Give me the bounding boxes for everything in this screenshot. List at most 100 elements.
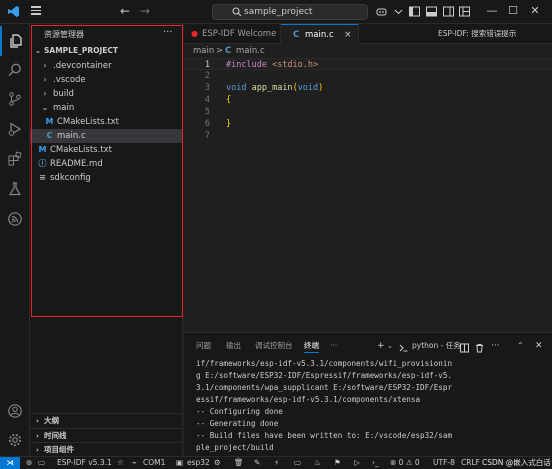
tree-item-main-cmakelists[interactable]: M CMakeLists.txt (30, 115, 183, 129)
settings-file-icon: ≡ (39, 173, 46, 182)
minimize-button[interactable]: — (484, 3, 500, 19)
breadcrumb: main > C main.c (184, 44, 552, 58)
folder-icon[interactable]: ▭ (38, 457, 45, 469)
project-components-section[interactable]: › 项目组件 (30, 442, 183, 456)
debug-icon[interactable]: ⚑ (334, 457, 341, 469)
search-icon (232, 7, 242, 17)
run-debug-icon[interactable] (0, 114, 30, 144)
forward-button[interactable]: → (138, 4, 152, 18)
serial-port[interactable]: COM1 (143, 457, 165, 469)
source-control-icon[interactable] (0, 84, 30, 114)
customize-layout-icon[interactable] (458, 5, 471, 18)
flash-icon[interactable]: ⚡ (274, 457, 279, 469)
project-root[interactable]: ⌄ SAMPLE_PROJECT (30, 44, 183, 58)
star-icon[interactable]: ☆ (117, 457, 124, 469)
maximize-button[interactable]: ☐ (505, 3, 521, 19)
tree-item-root-cmakelists[interactable]: M CMakeLists.txt (30, 143, 183, 157)
tab-debug-console[interactable]: 调试控制台 (255, 339, 293, 353)
new-terminal-icon[interactable]: + (377, 340, 385, 352)
problems-indicator[interactable]: ⊗ 0 ⚠ 0 (390, 457, 420, 469)
encoding[interactable]: UTF-8 (433, 457, 455, 469)
tab-problems[interactable]: 问题 (196, 339, 211, 353)
tree-item-main-folder[interactable]: ⌄ main (30, 101, 183, 115)
menu-icon[interactable] (29, 4, 43, 18)
esp-idf-search-error-hint[interactable]: ESP-IDF: 搜索错误提示 (438, 24, 516, 44)
chevron-right-icon: › (36, 417, 39, 425)
more-actions-icon[interactable]: ··· (491, 340, 500, 352)
tree-item-build[interactable]: › build (30, 87, 183, 101)
esp-idf-logo-icon: ⊛ (26, 458, 33, 467)
chevron-down-icon: ⌄ (41, 103, 49, 112)
split-terminal-icon[interactable] (460, 342, 469, 354)
trash-icon[interactable] (475, 342, 484, 354)
chevron-right-icon: › (43, 75, 47, 84)
toggle-primary-sidebar-icon[interactable] (408, 5, 421, 18)
search-text: sample_project (244, 7, 313, 17)
close-tab-icon[interactable]: × (344, 25, 352, 45)
toggle-secondary-sidebar-icon[interactable] (442, 5, 455, 18)
vscode-logo-icon (7, 5, 20, 18)
explorer-title: 资源管理器 (44, 30, 84, 39)
c-file-icon: C (225, 46, 232, 56)
breadcrumb-file[interactable]: main.c (236, 44, 265, 58)
idf-version[interactable]: ESP-IDF v5.3.1 (57, 457, 112, 469)
tab-esp-idf-welcome[interactable]: ● ESP-IDF Welcome (184, 24, 281, 44)
trash-icon[interactable]: 🗑 (234, 457, 244, 469)
tab-output[interactable]: 输出 (226, 339, 241, 353)
code-editor[interactable]: 1 #include <stdio.h> 2 3 void app_main(v… (184, 58, 552, 330)
testing-icon[interactable] (0, 174, 30, 204)
chevron-up-icon[interactable]: ⌃ (517, 340, 524, 352)
terminal-instance-label[interactable]: python - 任务 (412, 340, 461, 352)
code-line: 6 } (204, 119, 232, 129)
explorer-icon[interactable] (0, 26, 30, 56)
info-file-icon: ⓘ (38, 159, 47, 168)
activity-bar (0, 24, 30, 456)
monitor-icon[interactable]: ▭ (294, 457, 301, 469)
chevron-right-icon: › (43, 61, 47, 70)
code-line: 7 (204, 131, 210, 141)
settings-icon[interactable]: ⚙ (214, 457, 221, 469)
esp-idf-icon[interactable] (0, 204, 30, 234)
tab-terminal[interactable]: 终端 (304, 339, 319, 353)
manage-gear-icon[interactable] (0, 425, 30, 455)
code-line: 5 (204, 107, 210, 117)
close-window-button[interactable]: ✕ (527, 3, 543, 19)
toggle-panel-icon[interactable] (425, 5, 438, 18)
tab-main-c[interactable]: C main.c × (281, 24, 359, 44)
code-line: 2 (204, 71, 210, 81)
code-line: 4 { (204, 95, 232, 105)
back-button[interactable]: ← (118, 4, 132, 18)
outline-section[interactable]: › 大纲 (30, 413, 183, 427)
explorer-more-actions-button[interactable]: ··· (163, 27, 173, 38)
command-center-search[interactable]: sample_project (212, 4, 368, 20)
copilot-icon[interactable] (375, 5, 388, 18)
tree-item-vscode[interactable]: › .vscode (30, 73, 183, 87)
tree-item-sdkconfig[interactable]: ≡ sdkconfig (30, 171, 183, 185)
chevron-down-icon[interactable] (392, 5, 405, 18)
cmake-file-icon: M (45, 117, 54, 126)
target-chip[interactable]: esp32 (187, 457, 210, 469)
tree-item-main-c[interactable]: C main.c (30, 129, 183, 143)
end-of-line[interactable]: CRLF (461, 457, 480, 469)
status-bar: ⋊ ⊛ ▭ ESP-IDF v5.3.1 ☆ ⌁ COM1 ▣ esp32 ⚙ … (0, 456, 552, 469)
account-icon[interactable] (0, 396, 30, 426)
tree-item-readme[interactable]: ⓘ README.md (30, 157, 183, 171)
breadcrumb-folder[interactable]: main (193, 44, 214, 58)
cmake-file-icon: M (38, 145, 47, 154)
chevron-down-icon[interactable]: ⌄ (387, 340, 393, 352)
fire-icon[interactable]: ♨ (314, 457, 321, 469)
panel-more-button[interactable]: ··· (330, 339, 337, 353)
play-icon[interactable]: ▷ (354, 457, 360, 469)
chip-icon: ▣ (176, 458, 184, 467)
wrench-icon[interactable]: ✎ (254, 457, 260, 469)
terminal-output[interactable]: if/frameworks/esp-idf-v5.3.1/components/… (196, 358, 548, 454)
search-icon[interactable] (0, 55, 30, 85)
timeline-section[interactable]: › 时间线 (30, 428, 183, 442)
editor-tabs: ● ESP-IDF Welcome C main.c × ESP-IDF: 搜索… (184, 24, 552, 44)
tree-item-devcontainer[interactable]: › .devcontainer (30, 59, 183, 73)
close-panel-icon[interactable]: ✕ (535, 340, 543, 352)
extensions-icon[interactable] (0, 144, 30, 174)
code-line: 1 #include <stdio.h> (184, 58, 552, 70)
terminal-icon[interactable]: ›_ (372, 457, 379, 469)
remote-indicator-button[interactable]: ⋊ (0, 457, 20, 469)
